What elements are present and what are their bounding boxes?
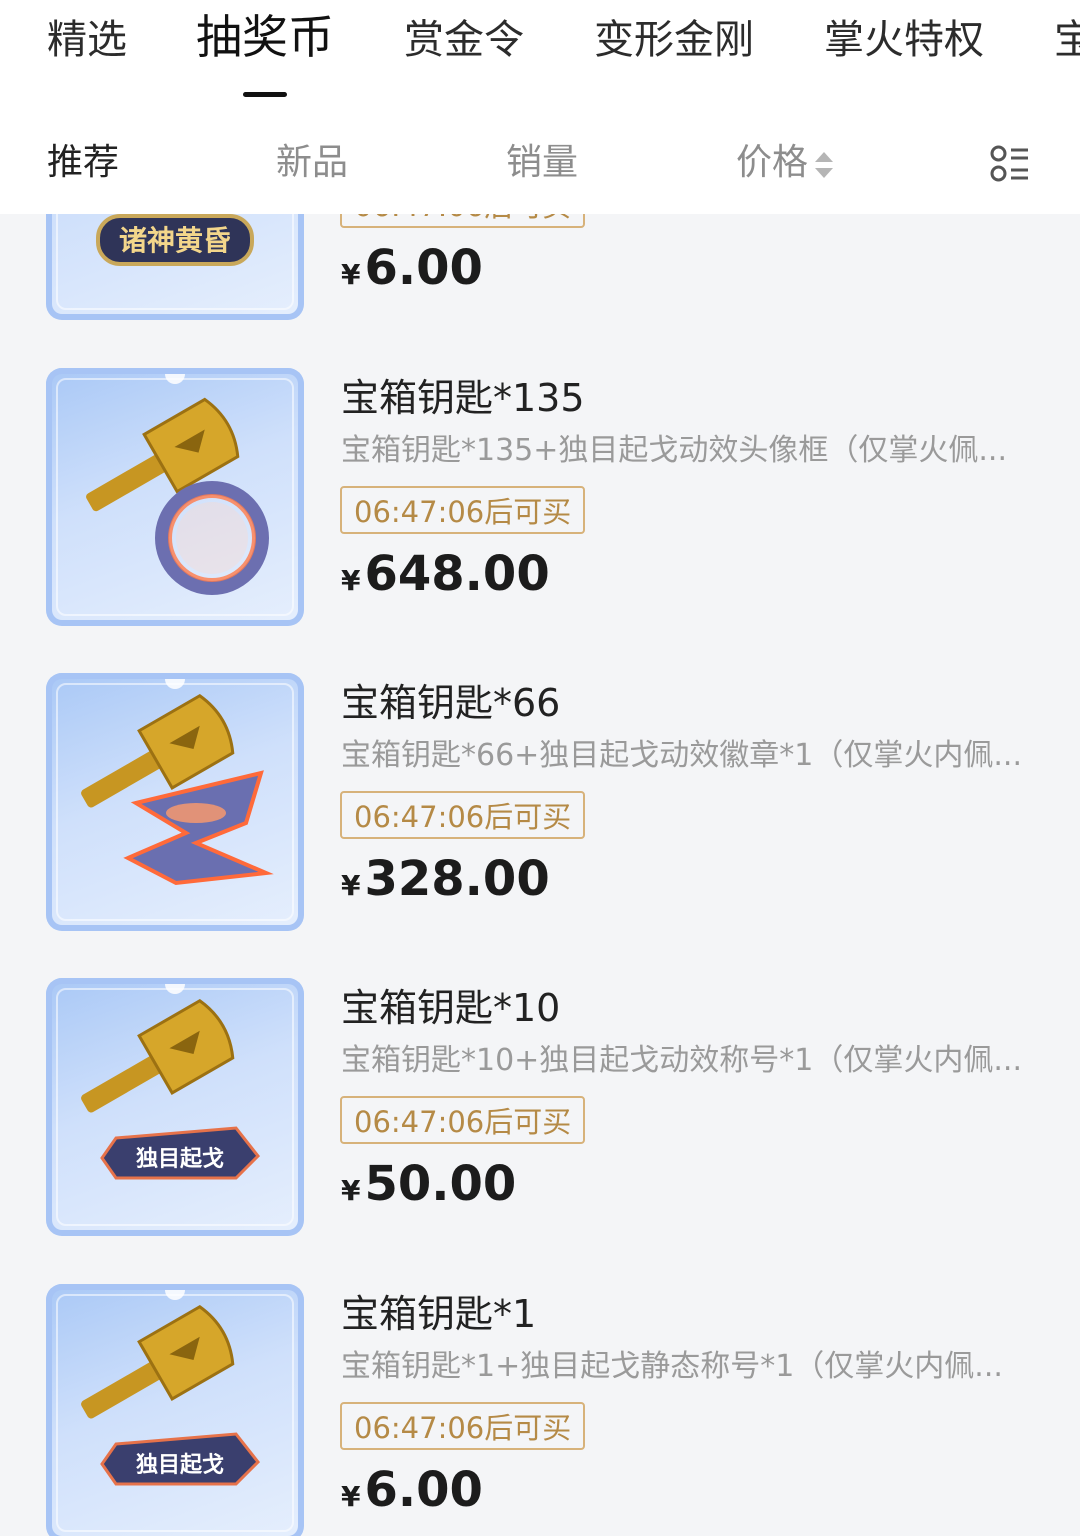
tab-shangjinling[interactable]: 赏金令 bbox=[404, 12, 524, 68]
product-price: ¥648.00 bbox=[341, 546, 550, 602]
purchase-timer: 06:47:06后可买 bbox=[340, 1096, 586, 1144]
product-item[interactable]: 独目起戈 宝箱钥匙*10 宝箱钥匙*10+独目起戈动效称号*1（仅掌火内佩...… bbox=[0, 978, 1080, 1248]
purchase-timer: 06:47:06后可买 bbox=[340, 1402, 586, 1450]
product-description: 宝箱钥匙*66+独目起戈动效徽章*1（仅掌火内佩... bbox=[341, 738, 1023, 773]
key-badge-image bbox=[81, 693, 274, 886]
product-description: 宝箱钥匙*1+独目起戈静态称号*1（仅掌火内佩... bbox=[341, 1349, 1003, 1384]
tab-bianxingjingang[interactable]: 变形金刚 bbox=[594, 12, 754, 68]
product-price: ¥6.00 bbox=[341, 1462, 483, 1518]
product-item[interactable]: 宝箱钥匙*66 宝箱钥匙*66+独目起戈动效徽章*1（仅掌火内佩... 06:4… bbox=[0, 673, 1080, 943]
key-title-image: 独目起戈 bbox=[81, 998, 261, 1180]
product-description: 宝箱钥匙*10+独目起戈动效称号*1（仅掌火内佩... bbox=[341, 1043, 1023, 1078]
product-item[interactable]: 独目起戈 宝箱钥匙*1 宝箱钥匙*1+独目起戈静态称号*1（仅掌火内佩... 0… bbox=[0, 1284, 1080, 1536]
sort-sales[interactable]: 销量 bbox=[506, 138, 578, 188]
product-title: 宝箱钥匙*1 bbox=[341, 1292, 537, 1336]
product-thumbnail[interactable]: 独目起戈 bbox=[46, 1284, 304, 1536]
tab-bao[interactable]: 宝 bbox=[1054, 12, 1080, 68]
product-title: 宝箱钥匙*66 bbox=[341, 681, 561, 725]
list-layout-icon[interactable] bbox=[990, 145, 1030, 183]
purchase-timer: 06:47:06后可买 bbox=[340, 791, 586, 839]
product-thumbnail[interactable] bbox=[46, 673, 304, 931]
category-tabs: 精选 抽奖币 赏金令 变形金刚 掌火特权 宝 bbox=[0, 0, 1080, 110]
product-title: 宝箱钥匙*135 bbox=[341, 376, 585, 420]
svg-text:独目起戈: 独目起戈 bbox=[136, 1453, 224, 1478]
product-thumbnail[interactable] bbox=[46, 368, 304, 626]
active-tab-indicator bbox=[243, 92, 287, 97]
product-description: 宝箱钥匙*135+独目起戈动效头像框（仅掌火佩... bbox=[341, 433, 1008, 468]
product-title: 宝箱钥匙*10 bbox=[341, 986, 561, 1030]
header: 精选 抽奖币 赏金令 变形金刚 掌火特权 宝 推荐 新品 销量 价格 bbox=[0, 0, 1080, 214]
sort-tabs: 推荐 新品 销量 价格 bbox=[0, 110, 1080, 214]
product-price: ¥50.00 bbox=[341, 1156, 517, 1212]
sort-price[interactable]: 价格 bbox=[736, 138, 808, 188]
product-price: ¥6.00 bbox=[341, 240, 483, 296]
sort-new[interactable]: 新品 bbox=[276, 138, 348, 188]
tab-jingxuan[interactable]: 精选 bbox=[47, 12, 127, 68]
purchase-timer: 06:47:06后可买 bbox=[340, 486, 586, 534]
sort-updown-icon[interactable] bbox=[813, 150, 835, 180]
product-item[interactable]: 宝箱钥匙*135 宝箱钥匙*135+独目起戈动效头像框（仅掌火佩... 06:4… bbox=[0, 368, 1080, 638]
svg-text:诸神黄昏: 诸神黄昏 bbox=[119, 224, 231, 257]
tab-choujiangbi[interactable]: 抽奖币 bbox=[196, 9, 334, 65]
key-title-image: 独目起戈 bbox=[81, 1304, 261, 1486]
sort-recommend[interactable]: 推荐 bbox=[47, 138, 119, 188]
product-thumbnail[interactable]: 独目起戈 bbox=[46, 978, 304, 1236]
key-ring-image bbox=[86, 397, 269, 595]
product-price: ¥328.00 bbox=[341, 851, 550, 907]
tab-zhanghuotequan[interactable]: 掌火特权 bbox=[824, 12, 984, 68]
svg-text:独目起戈: 独目起戈 bbox=[136, 1147, 224, 1172]
